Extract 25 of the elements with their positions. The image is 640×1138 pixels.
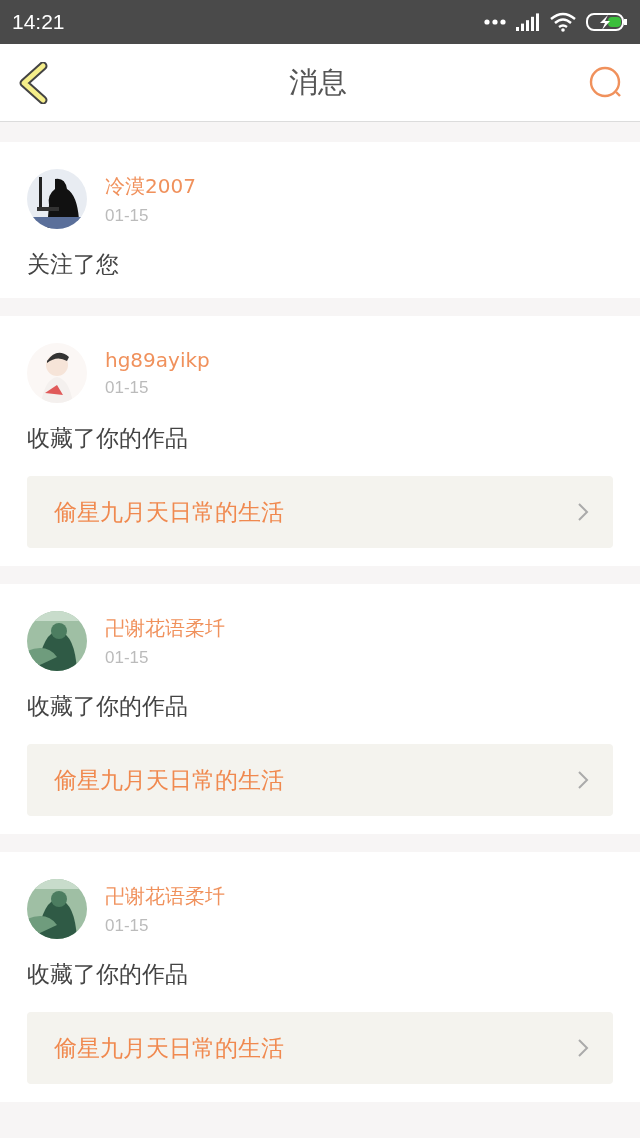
- work-link[interactable]: 偷星九月天日常的生活: [27, 1012, 613, 1084]
- more-dots-icon: [484, 19, 506, 25]
- back-button[interactable]: [18, 61, 48, 104]
- battery-icon: [586, 12, 628, 32]
- user-name[interactable]: 卍谢花语柔圲: [105, 614, 225, 642]
- chevron-icon: [577, 502, 589, 522]
- user-name[interactable]: 冷漠2007: [105, 172, 196, 200]
- message-text: 收藏了你的作品: [27, 692, 189, 721]
- message-text: 关注了您: [27, 250, 120, 279]
- user-name[interactable]: hg89ayikp: [105, 348, 210, 372]
- chevron-icon: [577, 770, 589, 790]
- status-time: 14:21: [12, 10, 65, 34]
- work-link[interactable]: 偷星九月天日常的生活: [27, 476, 613, 548]
- work-link[interactable]: 偷星九月天日常的生活: [27, 744, 613, 816]
- user-name[interactable]: 卍谢花语柔圲: [105, 882, 225, 910]
- message-date: 01-15: [105, 378, 150, 398]
- message-text: 收藏了你的作品: [27, 424, 189, 453]
- wifi-icon: [550, 12, 576, 32]
- signal-icon: [516, 13, 540, 31]
- message-date: 01-15: [105, 647, 150, 668]
- message-date: 01-15: [105, 205, 150, 226]
- message-text: 收藏了你的作品: [27, 960, 189, 989]
- page-title: 消息: [289, 63, 347, 101]
- message-date: 01-15: [105, 915, 150, 936]
- chevron-icon: [577, 1038, 589, 1058]
